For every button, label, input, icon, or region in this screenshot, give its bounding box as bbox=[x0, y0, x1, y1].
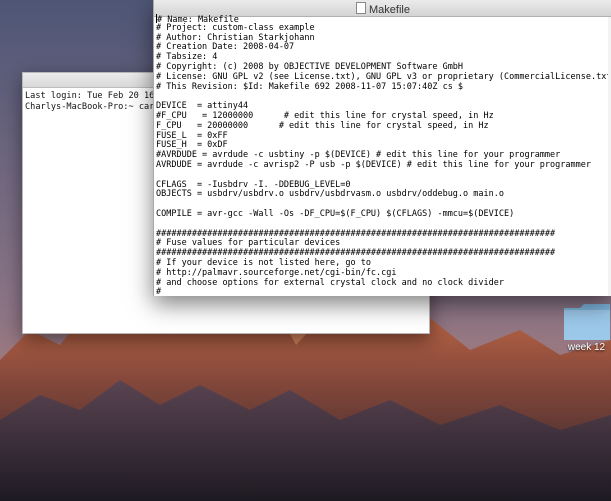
editor-window[interactable]: Makefile # Name: Makefile # Project: cust… bbox=[153, 0, 611, 296]
code-line[interactable]: OBJECTS = usbdrv/usbdrv.o usbdrv/usbdrva… bbox=[156, 190, 608, 200]
code-editor[interactable]: # Name: Makefile # Project: custom-class … bbox=[156, 14, 608, 296]
code-line[interactable]: COMPILE = avr-gcc -Wall -Os -DF_CPU=$(F_… bbox=[156, 209, 608, 220]
code-line[interactable]: # bbox=[156, 288, 608, 296]
document-icon bbox=[356, 2, 367, 14]
text-caret bbox=[156, 14, 157, 23]
code-line[interactable]: # Creation Date: 2008-04-07 bbox=[156, 43, 608, 53]
code-line[interactable]: # and choose options for external crysta… bbox=[156, 278, 608, 289]
code-line[interactable]: AVRDUDE = avrdude -c avrisp2 -P usb -p $… bbox=[156, 160, 608, 171]
folder-label[interactable]: week 12 bbox=[562, 342, 611, 353]
folder-icon[interactable] bbox=[562, 300, 611, 342]
code-line[interactable]: # This Revision: $Id: Makefile 692 2008-… bbox=[156, 82, 608, 93]
